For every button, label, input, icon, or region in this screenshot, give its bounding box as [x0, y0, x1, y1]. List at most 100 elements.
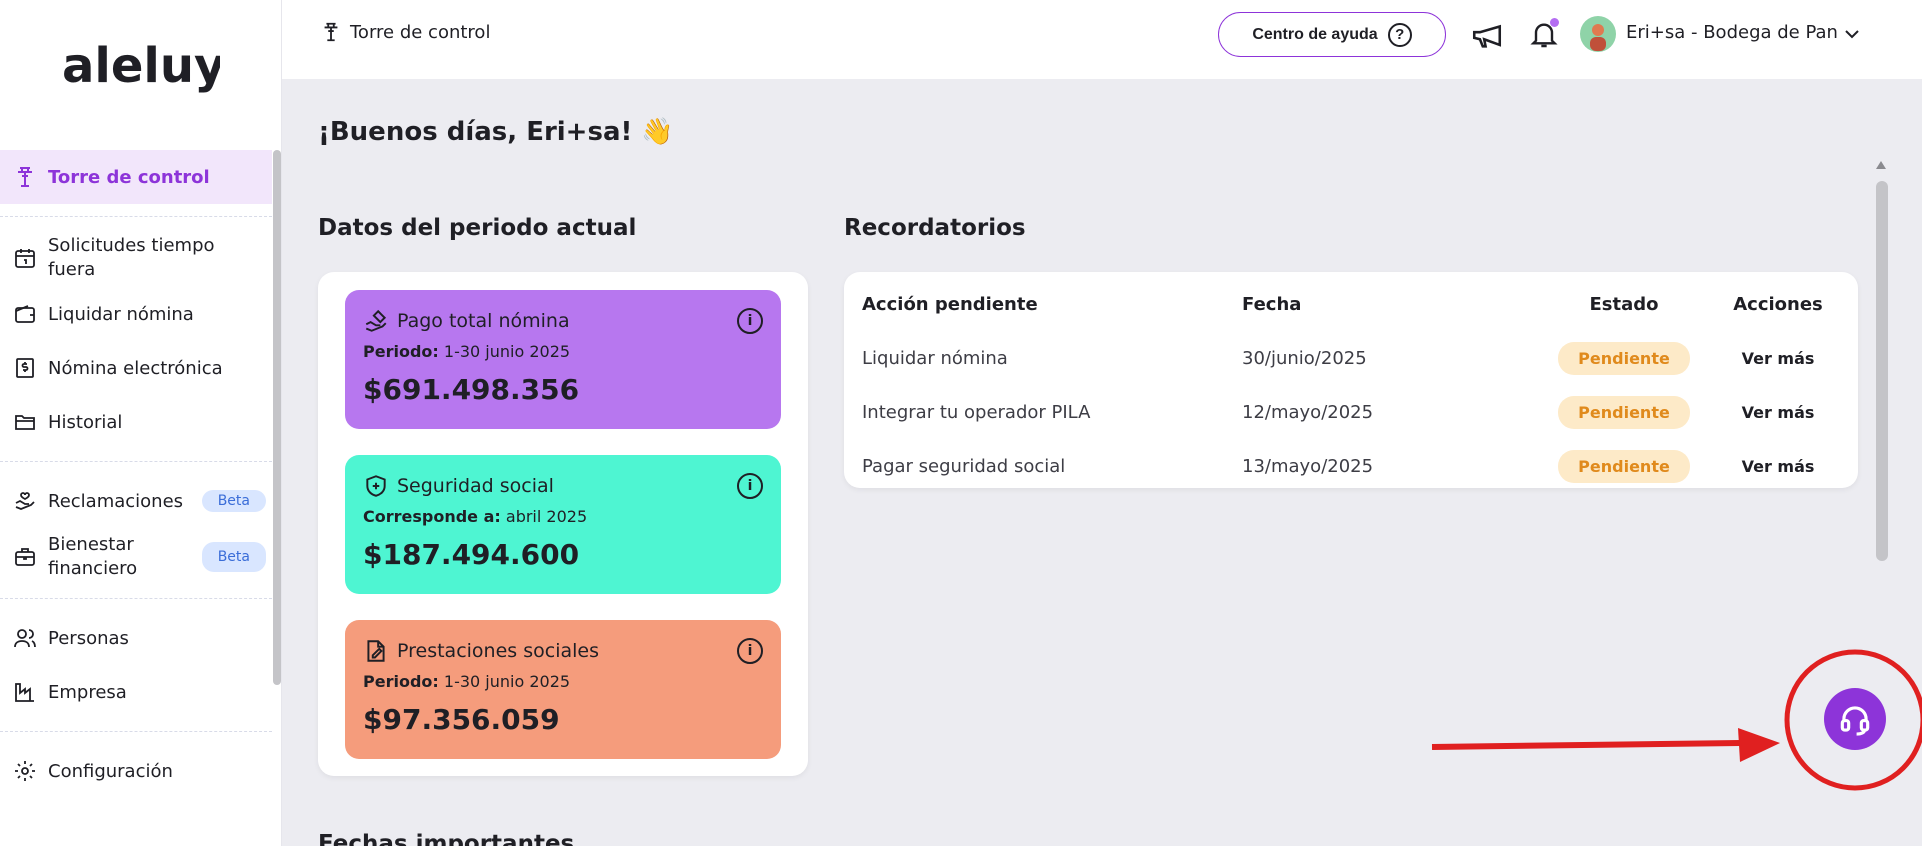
kpi-title: Prestaciones sociales: [397, 640, 599, 662]
ver-mas-link[interactable]: Ver más: [1742, 403, 1815, 422]
sidebar-item-label: Empresa: [48, 681, 127, 703]
kpi-title: Pago total nómina: [397, 310, 570, 332]
table-row: Integrar tu operador PILA 12/mayo/2025 P…: [844, 390, 1858, 434]
chevron-down-icon[interactable]: [1842, 24, 1862, 44]
kpi-amount: $187.494.600: [363, 538, 580, 571]
table-header: Acción pendiente Fecha Estado Acciones: [844, 282, 1858, 326]
sidebar-item-reclamaciones[interactable]: Reclamaciones Beta: [0, 474, 272, 528]
status-badge: Pendiente: [1558, 449, 1690, 483]
status-badge: Pendiente: [1558, 395, 1690, 429]
shield-plus-icon: [366, 475, 386, 497]
info-icon[interactable]: i: [737, 473, 763, 499]
sidebar-scrollbar[interactable]: [273, 150, 281, 685]
sidebar-item-personas[interactable]: Personas: [0, 611, 272, 665]
sidebar-item-label: Historial: [48, 411, 123, 433]
sidebar-item-label: Nómina electrónica: [48, 357, 223, 379]
divider: [0, 461, 272, 462]
svg-text:aleluya: aleluya: [62, 38, 220, 94]
hand-money-icon: [365, 309, 387, 332]
ver-mas-link[interactable]: Ver más: [1742, 349, 1815, 368]
megaphone-icon[interactable]: [1470, 18, 1504, 52]
gear-icon: [12, 758, 38, 784]
help-center-button[interactable]: Centro de ayuda ?: [1218, 12, 1446, 57]
sidebar-item-label: Torre de control: [48, 166, 210, 188]
period-data-panel: Pago total nómina i Periodo: 1-30 junio …: [318, 272, 808, 776]
folder-icon: [12, 409, 38, 435]
top-bar: Torre de control Centro de ayuda ? Eri+s…: [282, 0, 1922, 79]
row-action: Pagar seguridad social: [862, 455, 1066, 477]
sidebar: aleluya Torre de control Solicitudes tie…: [0, 0, 282, 846]
kpi-amount: $97.356.059: [363, 703, 560, 736]
kpi-period: Periodo: 1-30 junio 2025: [363, 672, 571, 691]
briefcase-icon: [12, 544, 38, 570]
notification-dot: [1550, 18, 1559, 27]
kpi-card-payroll[interactable]: Pago total nómina i Periodo: 1-30 junio …: [345, 290, 781, 429]
table-row: Liquidar nómina 30/junio/2025 Pendiente …: [844, 336, 1858, 380]
sidebar-item-label: Reclamaciones: [48, 490, 184, 512]
headset-icon: [1840, 706, 1870, 736]
reminders-section-title: Recordatorios: [844, 215, 1026, 241]
row-date: 12/mayo/2025: [1242, 401, 1374, 423]
kpi-period: Periodo: 1-30 junio 2025: [363, 342, 571, 361]
control-tower-icon: [12, 164, 38, 190]
avatar[interactable]: [1580, 16, 1616, 52]
col-header-actions: Acciones: [1733, 293, 1823, 315]
info-icon[interactable]: i: [737, 308, 763, 334]
divider: [0, 216, 272, 217]
sidebar-item-empresa[interactable]: Empresa: [0, 665, 272, 719]
sidebar-item-liquidar-nomina[interactable]: Liquidar nómina: [0, 287, 272, 341]
sidebar-item-label: Configuración: [48, 760, 173, 782]
invoice-dollar-icon: [12, 355, 38, 381]
period-section-title: Datos del periodo actual: [318, 215, 637, 241]
sidebar-item-label: Personas: [48, 627, 129, 649]
important-dates-title: Fechas importantes: [318, 831, 575, 846]
row-action: Integrar tu operador PILA: [862, 401, 1091, 423]
user-name[interactable]: Eri+sa - Bodega de Pan: [1626, 22, 1838, 43]
col-header-action: Acción pendiente: [862, 293, 1038, 315]
row-date: 30/junio/2025: [1242, 347, 1367, 369]
people-icon: [12, 625, 38, 651]
sidebar-item-configuracion[interactable]: Configuración: [0, 744, 272, 798]
beta-badge: Beta: [201, 542, 266, 572]
status-badge: Pendiente: [1558, 341, 1690, 375]
main-scrollbar[interactable]: [1876, 181, 1888, 561]
question-icon: ?: [1387, 22, 1412, 47]
hand-heart-icon: [12, 488, 38, 514]
sidebar-item-bienestar-financiero[interactable]: Bienestar financiero Beta: [0, 528, 272, 586]
ver-mas-link[interactable]: Ver más: [1742, 457, 1815, 476]
row-date: 13/mayo/2025: [1242, 455, 1374, 477]
sidebar-item-solicitudes[interactable]: Solicitudes tiempo fuera: [0, 229, 272, 287]
greeting-title: ¡Buenos días, Eri+sa! 👋: [318, 117, 674, 147]
control-tower-icon: [324, 22, 338, 42]
sidebar-item-label: Liquidar nómina: [48, 303, 194, 325]
help-center-label: Centro de ayuda: [1252, 25, 1378, 43]
col-header-date: Fecha: [1242, 293, 1302, 315]
sidebar-nav: Torre de control Solicitudes tiempo fuer…: [0, 150, 272, 798]
kpi-card-social-security[interactable]: Seguridad social i Corresponde a: abril …: [345, 455, 781, 594]
info-icon[interactable]: i: [737, 638, 763, 664]
sidebar-item-nomina-electronica[interactable]: Nómina electrónica: [0, 341, 272, 395]
breadcrumb: Torre de control: [320, 20, 490, 44]
kpi-card-social-benefits[interactable]: Prestaciones sociales i Periodo: 1-30 ju…: [345, 620, 781, 759]
sidebar-item-historial[interactable]: Historial: [0, 395, 272, 449]
divider: [0, 598, 272, 599]
kpi-title: Seguridad social: [397, 475, 554, 497]
sidebar-item-torre-de-control[interactable]: Torre de control: [0, 150, 272, 204]
kpi-amount: $691.498.356: [363, 373, 580, 406]
beta-badge: Beta: [201, 490, 266, 512]
support-chat-button[interactable]: [1824, 688, 1886, 750]
row-action: Liquidar nómina: [862, 347, 1008, 369]
divider: [0, 731, 272, 732]
factory-icon: [12, 679, 38, 705]
reminders-table: Acción pendiente Fecha Estado Acciones L…: [844, 272, 1858, 488]
sidebar-item-label: Solicitudes tiempo fuera: [48, 235, 215, 280]
sidebar-item-label: Bienestar financiero: [48, 534, 138, 579]
main-content: ¡Buenos días, Eri+sa! 👋 Datos del period…: [282, 79, 1896, 846]
aleluya-logo[interactable]: aleluya: [60, 30, 258, 102]
kpi-period: Corresponde a: abril 2025: [363, 507, 588, 526]
scroll-up-arrow[interactable]: [1876, 161, 1886, 169]
calendar-icon: [12, 245, 38, 271]
breadcrumb-label: Torre de control: [350, 21, 491, 43]
table-row: Pagar seguridad social 13/mayo/2025 Pend…: [844, 444, 1858, 488]
document-edit-icon: [367, 640, 385, 662]
